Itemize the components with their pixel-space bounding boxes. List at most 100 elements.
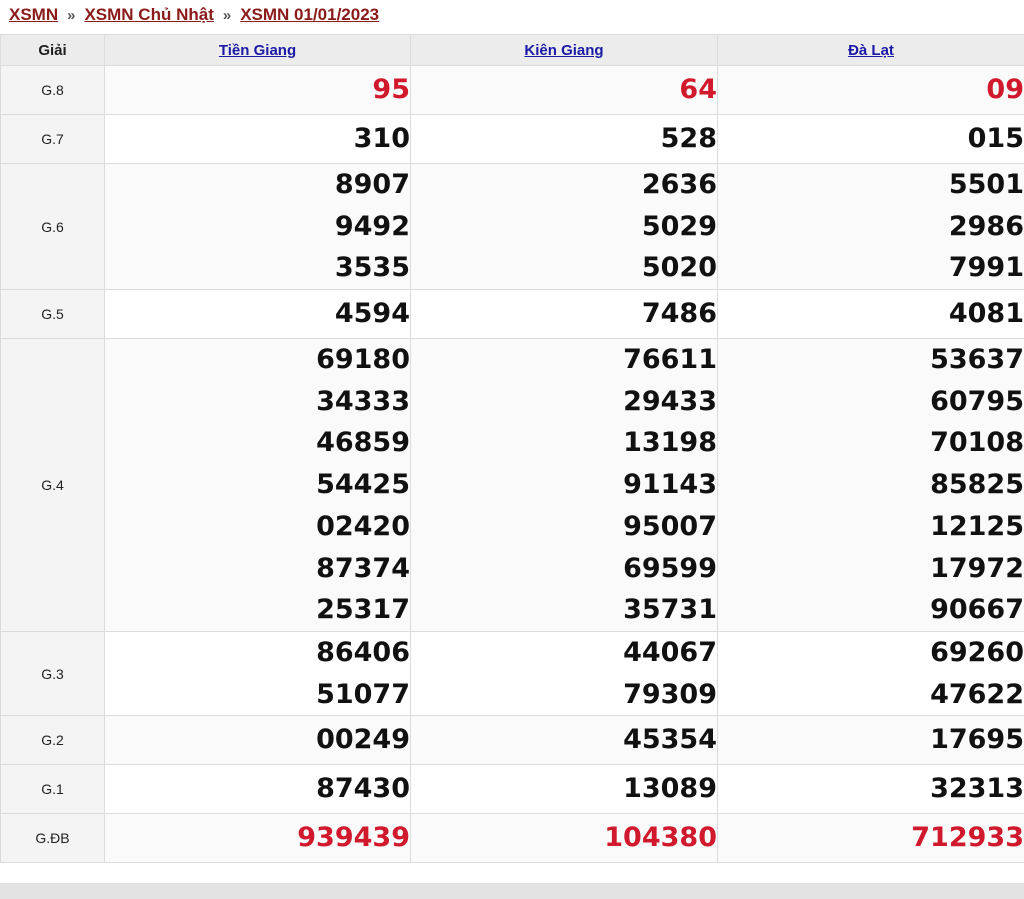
table-header-row: Giải Tiền Giang Kiên Giang Đà Lạt — [0, 34, 1024, 66]
result-number: 310 — [353, 123, 410, 155]
result-number: 104380 — [604, 822, 717, 854]
result-cell: 53637 60795 70108 85825 12125 17972 90667 — [717, 338, 1024, 632]
result-number: 90667 — [930, 594, 1024, 626]
result-cell: 76611 29433 13198 91143 95007 69599 35731 — [410, 338, 718, 632]
header-province-3: Đà Lạt — [717, 34, 1024, 66]
table-row: G.1 87430 13089 32313 — [0, 764, 1024, 815]
header-province-1: Tiền Giang — [104, 34, 411, 66]
result-number: 79309 — [623, 678, 717, 710]
bottom-divider — [0, 883, 1024, 899]
result-number: 8907 — [334, 169, 410, 200]
result-cell: 69180 34333 46859 54425 02420 87374 25317 — [104, 338, 411, 632]
result-number: 09 — [986, 74, 1024, 106]
result-number: 5029 — [641, 210, 717, 242]
result-number: 47622 — [930, 678, 1024, 710]
result-number: 7991 — [948, 252, 1024, 284]
result-number: 91143 — [623, 469, 717, 501]
prize-label: G.5 — [0, 289, 105, 340]
result-cell: 87430 — [104, 764, 411, 815]
result-number: 69180 — [316, 344, 410, 376]
result-number: 13198 — [623, 427, 717, 459]
result-number: 64 — [679, 74, 717, 106]
result-cell: 32313 — [717, 764, 1024, 815]
result-number: 4594 — [334, 298, 410, 330]
prize-label: G.ĐB — [0, 813, 105, 864]
result-number: 53637 — [930, 344, 1024, 376]
result-number: 45354 — [623, 724, 717, 756]
result-number: 939439 — [297, 822, 410, 854]
header-prize: Giải — [0, 34, 105, 66]
table-row: G.7 310 528 015 — [0, 114, 1024, 164]
result-number: 34333 — [316, 385, 410, 417]
result-number: 46859 — [316, 427, 410, 459]
result-cell: 939439 — [104, 813, 411, 864]
result-number: 7486 — [641, 298, 717, 330]
result-cell: 69260 47622 — [717, 630, 1024, 717]
result-number: 70108 — [930, 427, 1024, 459]
result-cell: 4594 — [104, 289, 411, 340]
result-cell: 86406 51077 — [104, 630, 411, 717]
result-cell: 8907 9492 3535 — [104, 162, 411, 291]
result-number: 25317 — [316, 594, 410, 626]
result-number: 35731 — [623, 594, 717, 626]
result-number: 29433 — [623, 385, 717, 417]
result-number: 32313 — [930, 773, 1024, 805]
result-number: 51077 — [316, 678, 410, 710]
result-number: 5020 — [641, 252, 717, 284]
prize-label: G.8 — [0, 65, 105, 115]
result-cell: 44067 79309 — [410, 630, 718, 717]
province-link-kien-giang[interactable]: Kiên Giang — [524, 42, 603, 59]
result-number: 5501 — [948, 169, 1024, 200]
result-cell: 015 — [717, 114, 1024, 164]
result-cell: 528 — [410, 114, 718, 164]
result-cell: 45354 — [410, 715, 718, 766]
table-row: G.3 86406 51077 44067 79309 69260 47622 — [0, 630, 1024, 717]
result-cell: 00249 — [104, 715, 411, 766]
result-number: 3535 — [334, 252, 410, 284]
result-number: 69599 — [623, 552, 717, 584]
result-number: 86406 — [316, 636, 410, 668]
result-number: 85825 — [930, 469, 1024, 501]
breadcrumb-link-xsmn[interactable]: XSMN — [9, 5, 58, 25]
table-row: G.2 00249 45354 17695 — [0, 715, 1024, 766]
result-number: 95007 — [623, 510, 717, 542]
header-province-2: Kiên Giang — [410, 34, 718, 66]
province-link-da-lat[interactable]: Đà Lạt — [848, 42, 894, 59]
result-cell: 64 — [410, 65, 718, 115]
prize-label: G.3 — [0, 630, 105, 717]
result-number: 528 — [660, 123, 717, 155]
result-cell: 104380 — [410, 813, 718, 864]
result-number: 54425 — [316, 469, 410, 501]
table-row: G.6 8907 9492 3535 2636 5029 5020 5501 2986 7991 — [0, 162, 1024, 291]
result-cell: 13089 — [410, 764, 718, 815]
result-cell: 2636 5029 5020 — [410, 162, 718, 291]
result-number: 9492 — [334, 210, 410, 242]
result-number: 17972 — [930, 552, 1024, 584]
result-cell: 4081 — [717, 289, 1024, 340]
result-number: 17695 — [930, 724, 1024, 756]
result-number: 60795 — [930, 385, 1024, 417]
province-link-tien-giang[interactable]: Tiền Giang — [219, 42, 296, 59]
result-cell: 95 — [104, 65, 411, 115]
result-number: 87374 — [316, 552, 410, 584]
table-row: G.4 69180 34333 46859 54425 02420 87374 25317 76… — [0, 338, 1024, 632]
table-row: G.ĐB 939439 104380 712933 — [0, 813, 1024, 864]
breadcrumb-link-xsmn-date[interactable]: XSMN 01/01/2023 — [240, 5, 379, 25]
breadcrumb-separator: » — [222, 6, 232, 24]
result-cell: 5501 2986 7991 — [717, 162, 1024, 291]
result-number: 44067 — [623, 636, 717, 668]
result-number: 712933 — [911, 822, 1024, 854]
result-number: 2986 — [948, 210, 1024, 242]
result-number: 69260 — [930, 636, 1024, 668]
result-cell: 310 — [104, 114, 411, 164]
results-table: Giải Tiền Giang Kiên Giang Đà Lạt G.8 95 6… — [0, 34, 1024, 864]
result-cell: 17695 — [717, 715, 1024, 766]
prize-label: G.4 — [0, 338, 105, 632]
breadcrumb-separator: » — [67, 6, 76, 24]
result-number: 00249 — [316, 724, 410, 756]
breadcrumb: XSMN » XSMN Chủ Nhật » XSMN 01/01/2023 — [0, 0, 1024, 30]
breadcrumb-link-xsmn-sunday[interactable]: XSMN Chủ Nhật — [84, 5, 213, 25]
result-number: 02420 — [316, 510, 410, 542]
result-number: 015 — [967, 123, 1024, 155]
prize-label: G.2 — [0, 715, 105, 766]
